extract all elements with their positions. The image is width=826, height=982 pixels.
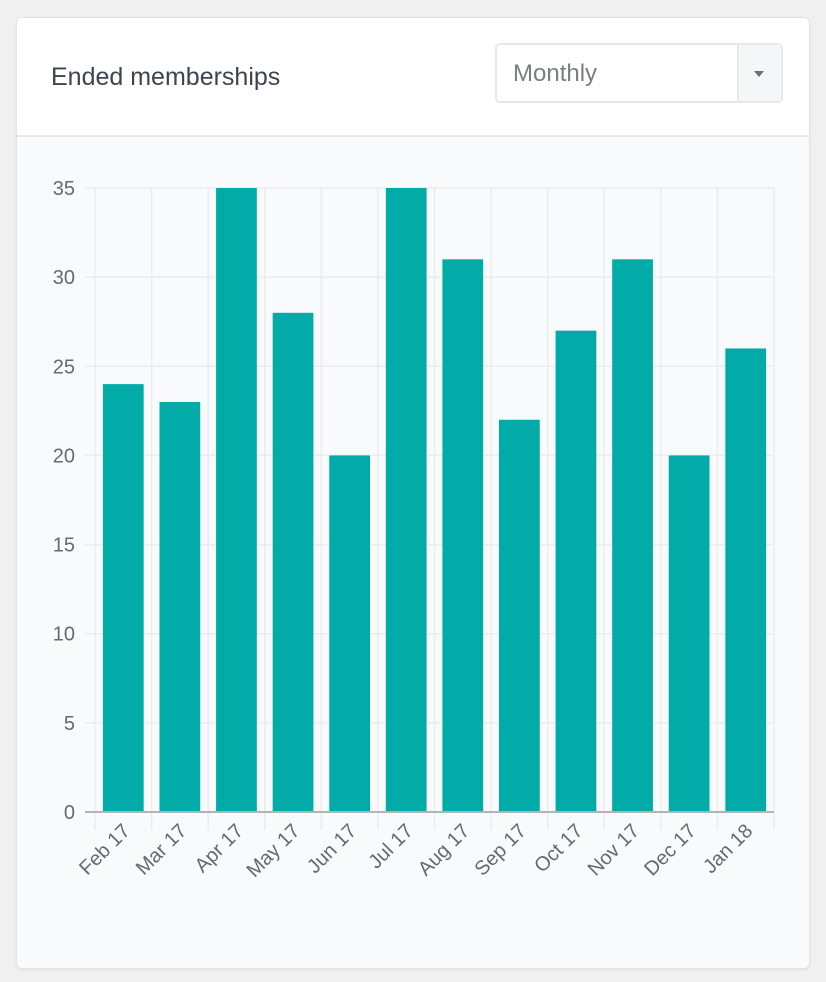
bar-dec-17[interactable] [668, 455, 710, 812]
x-tick-label: Jun 17 [303, 820, 361, 878]
bar-chart: 05101520253035 Feb 17Mar 17 Apr 17May 17J… [53, 178, 775, 882]
x-tick-label: Oct 17 [530, 820, 587, 877]
bar-jan-18[interactable] [725, 348, 767, 812]
bar-sep-17[interactable] [499, 419, 540, 812]
y-tick-label: 10 [53, 624, 75, 646]
y-tick-label: 30 [53, 267, 75, 289]
y-axis-ticks: 0 5 10 15 20 25 30 35 [53, 178, 75, 824]
y-tick-label: 15 [53, 535, 75, 557]
x-tick-label: Apr 17 [191, 820, 248, 877]
bar-mar-17[interactable] [159, 401, 201, 812]
x-tick-label: Jul 17 [364, 820, 417, 873]
x-tick-label: Jan 18 [699, 820, 757, 878]
x-tick-label: May 17 [243, 820, 305, 882]
bar-aug-17[interactable] [442, 259, 484, 812]
bar-jun-17[interactable] [329, 455, 370, 812]
x-tick-label: Aug 17 [414, 820, 474, 880]
x-tick-label: Nov 17 [584, 820, 644, 880]
x-tick-label: Mar 17 [132, 820, 192, 880]
y-tick-label: 35 [53, 178, 75, 200]
y-tick-label: 0 [64, 802, 75, 824]
bar-feb-17[interactable] [102, 384, 144, 812]
y-tick-label: 20 [53, 445, 75, 467]
bar-nov-17[interactable] [612, 259, 653, 812]
bar-apr-17[interactable] [216, 188, 257, 812]
bar-may-17[interactable] [272, 312, 314, 812]
bar-oct-17[interactable] [555, 330, 597, 812]
x-tick-label: Feb 17 [75, 820, 135, 880]
bar-jul-17[interactable] [385, 188, 427, 812]
y-tick-label: 5 [64, 713, 75, 735]
y-tick-label: 25 [53, 356, 75, 378]
x-axis-ticks: Feb 17Mar 17 Apr 17May 17Jun 17 Jul 17Aug … [75, 820, 757, 882]
x-tick-label: Dec 17 [640, 820, 700, 880]
x-tick-label: Sep 17 [471, 820, 531, 880]
